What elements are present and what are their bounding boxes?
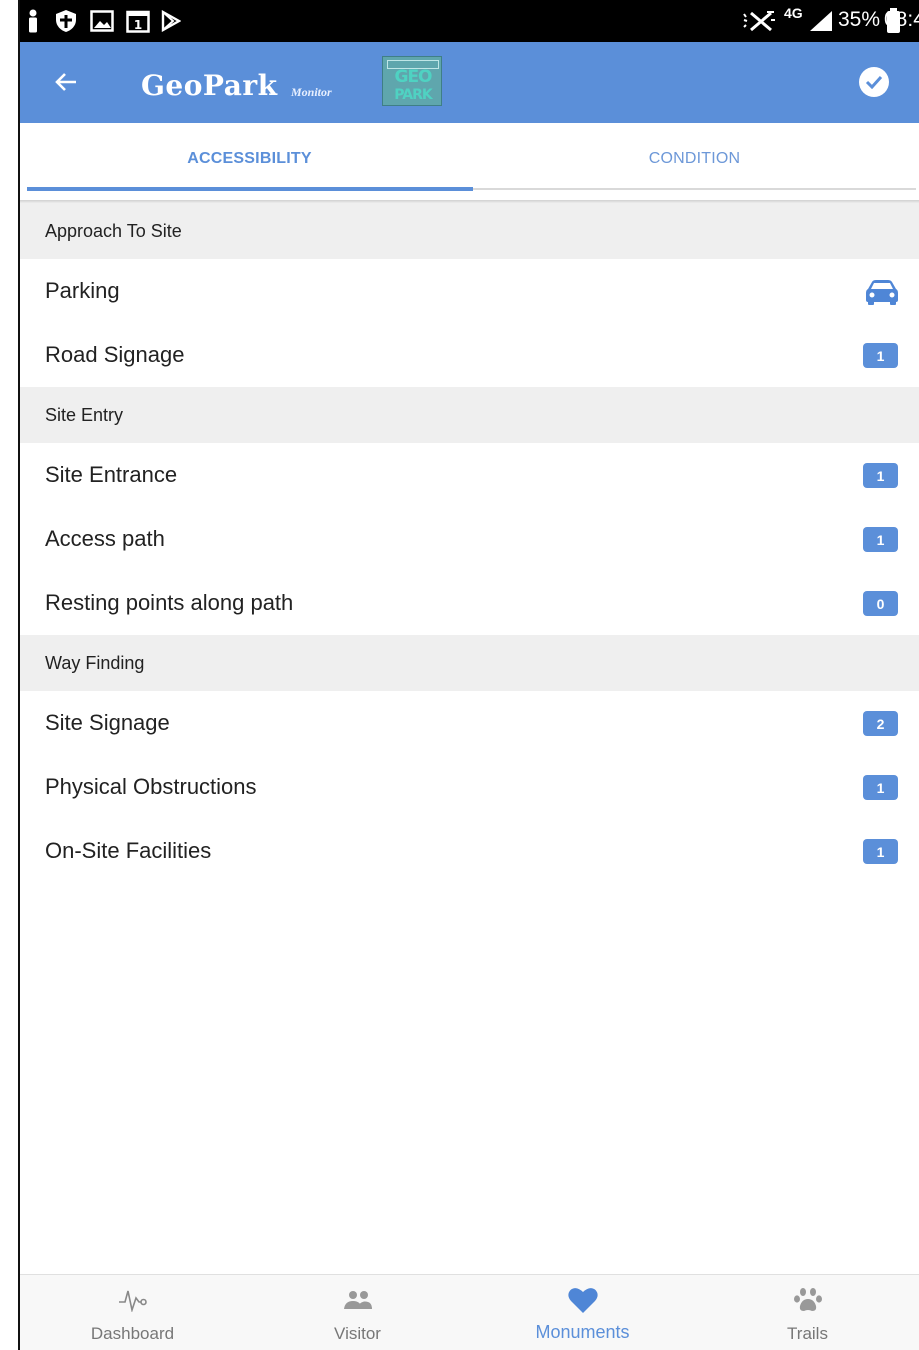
- count-badge: 1: [863, 839, 898, 864]
- play-store-icon: [160, 9, 182, 33]
- pulse-icon: [20, 1285, 245, 1315]
- list-item-resting-points[interactable]: Resting points along path 0: [20, 571, 919, 635]
- app-title: GeoPark: [141, 69, 278, 102]
- count-badge: 1: [863, 775, 898, 800]
- count-badge: 1: [863, 343, 898, 368]
- app-subtitle: Monitor: [291, 85, 332, 99]
- clock: 08:40: [884, 8, 919, 31]
- clock-wrap: 08:40: [836, 8, 919, 38]
- list-item-on-site-facilities[interactable]: On-Site Facilities 1: [20, 819, 919, 883]
- list-item-label: Road Signage: [45, 342, 185, 367]
- nav-dashboard[interactable]: Dashboard: [20, 1275, 245, 1350]
- geopark-logo: GEO PARK: [382, 56, 442, 106]
- tab-divider: [473, 188, 916, 190]
- list-item-label: Site Entrance: [45, 462, 178, 487]
- logo-text-top: GEO: [394, 67, 432, 87]
- tab-bar: ACCESSIBILITY CONDITION: [20, 123, 919, 201]
- image-icon: [90, 9, 114, 33]
- count-badge: 1: [863, 527, 898, 552]
- list-item-physical-obstructions[interactable]: Physical Obstructions 1: [20, 755, 919, 819]
- list-item-label: Access path: [45, 526, 165, 551]
- list-item-label: Resting points along path: [45, 590, 294, 615]
- accessibility-list: Approach To Site Parking Road Signage 1 …: [20, 203, 919, 883]
- count-badge: 1: [863, 463, 898, 488]
- nav-visitor[interactable]: Visitor: [245, 1275, 470, 1350]
- logo-text-bottom: PARK: [394, 87, 432, 103]
- car-icon: [864, 278, 899, 305]
- list-item-label: Physical Obstructions: [45, 774, 257, 799]
- svg-text:1: 1: [134, 18, 142, 32]
- check-icon: [865, 75, 883, 89]
- bottom-navigation: Dashboard Visitor Monuments Trails: [20, 1274, 919, 1350]
- list-item-road-signage[interactable]: Road Signage 1: [20, 323, 919, 387]
- list-item-site-entrance[interactable]: Site Entrance 1: [20, 443, 919, 507]
- network-type: 4G: [784, 5, 803, 21]
- mute-icon: [740, 9, 776, 33]
- list-item-access-path[interactable]: Access path 1: [20, 507, 919, 571]
- nav-label: Trails: [787, 1324, 828, 1343]
- nav-trails[interactable]: Trails: [695, 1275, 919, 1350]
- list-item-site-signage[interactable]: Site Signage 2: [20, 691, 919, 755]
- list-item-label: Site Signage: [45, 710, 170, 735]
- shield-icon: [54, 9, 78, 33]
- nav-monuments[interactable]: Monuments: [470, 1275, 695, 1350]
- nav-label: Monuments: [535, 1322, 630, 1342]
- back-button[interactable]: [48, 64, 84, 100]
- nav-label: Dashboard: [90, 1324, 175, 1343]
- arrow-left-icon: [55, 73, 76, 91]
- nav-label: Visitor: [334, 1324, 381, 1343]
- paw-icon: [695, 1285, 919, 1315]
- calendar-icon: 1: [126, 9, 150, 33]
- app-bar: GeoPark Monitor GEO PARK: [20, 42, 919, 123]
- section-header-approach: Approach To Site: [20, 203, 919, 259]
- tab-condition[interactable]: CONDITION: [472, 123, 917, 195]
- list-item-label: Parking: [45, 278, 120, 303]
- person-icon: [26, 9, 40, 33]
- tab-active-indicator: [27, 187, 473, 191]
- tab-accessibility[interactable]: ACCESSIBILITY: [27, 123, 472, 195]
- list-item-label: On-Site Facilities: [45, 838, 212, 863]
- people-icon: [245, 1285, 470, 1315]
- status-bar: 1 4G 35%: [20, 0, 919, 42]
- list-item-parking[interactable]: Parking: [20, 259, 919, 323]
- count-badge: 2: [863, 711, 898, 736]
- section-header-way-finding: Way Finding: [20, 635, 919, 691]
- count-badge: 0: [863, 591, 898, 616]
- heart-icon: [470, 1285, 695, 1315]
- app-screen: 1 4G 35% 08:40 GeoPark Monitor GEO PARK: [0, 0, 919, 1350]
- section-header-site-entry: Site Entry: [20, 387, 919, 443]
- signal-icon: [808, 9, 834, 33]
- save-check-button[interactable]: [859, 67, 889, 97]
